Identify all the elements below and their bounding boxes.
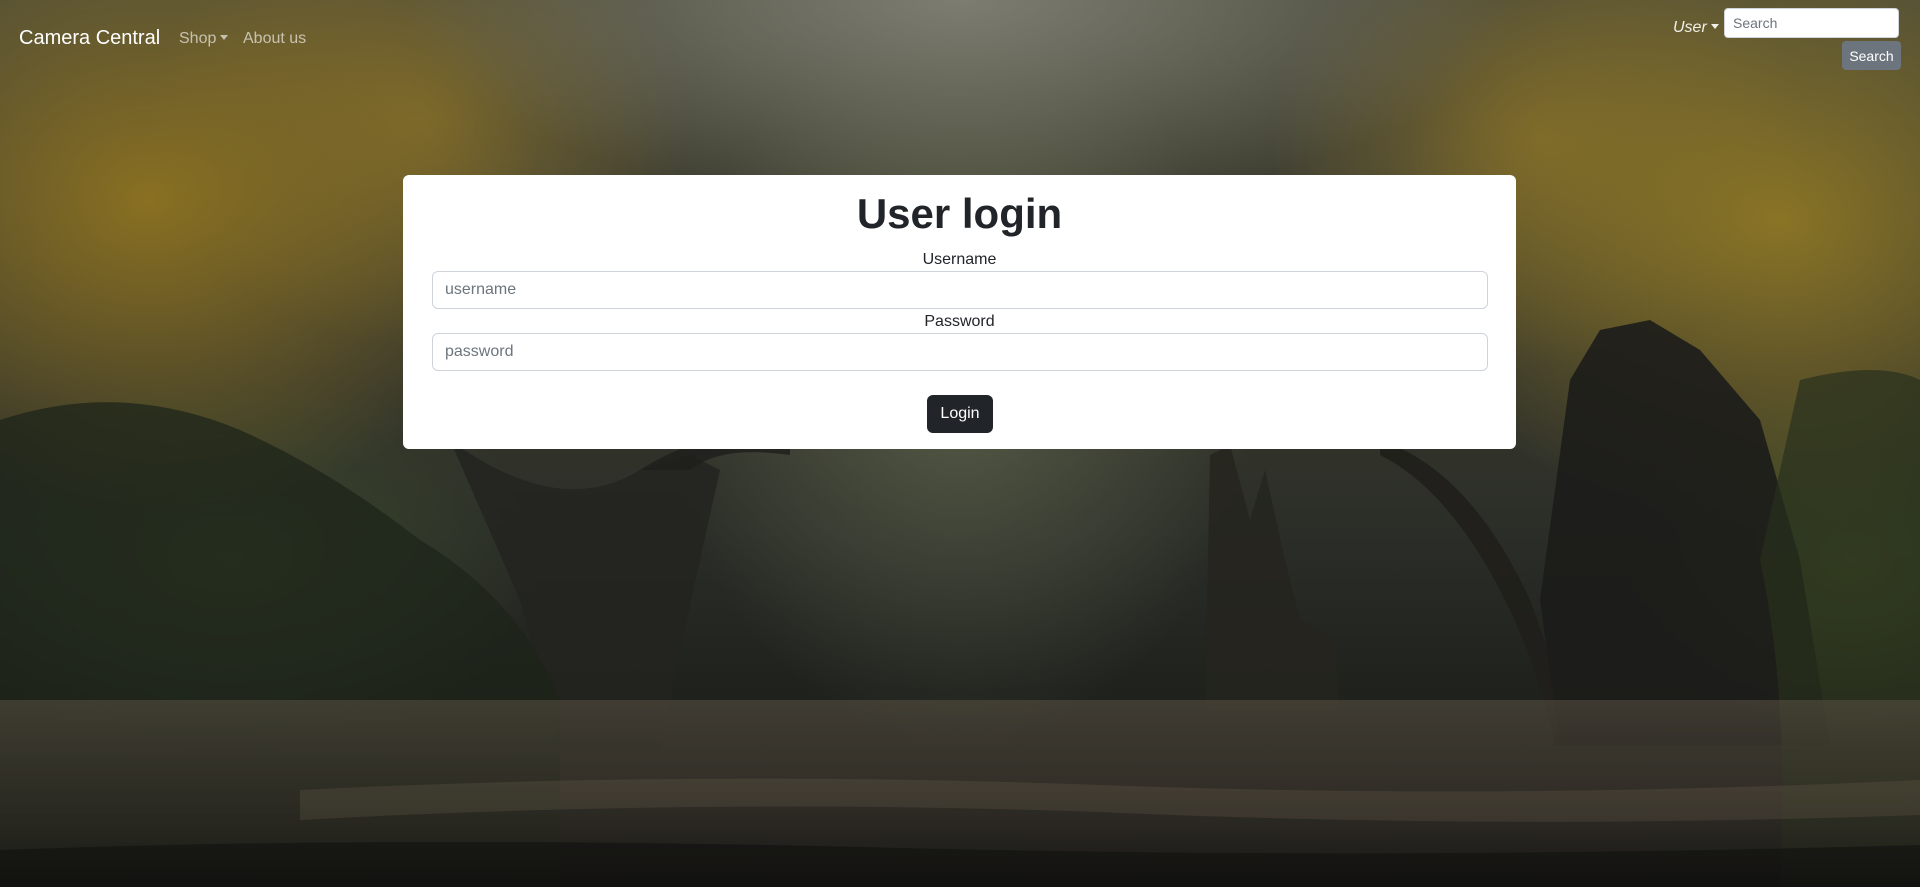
brand-link[interactable]: Camera Central xyxy=(19,27,160,50)
user-dropdown-label: User xyxy=(1673,19,1707,36)
page-title: User login xyxy=(856,190,1063,237)
username-label: Username xyxy=(922,251,997,268)
search-button[interactable]: Search xyxy=(1842,41,1901,70)
nav-shop-dropdown[interactable]: Shop xyxy=(179,30,229,48)
nav-shop-label: Shop xyxy=(179,30,217,47)
password-field[interactable] xyxy=(432,333,1488,371)
chevron-down-icon xyxy=(220,35,229,40)
username-field[interactable] xyxy=(432,271,1488,309)
login-button[interactable]: Login xyxy=(927,395,993,433)
page: Camera Central Shop About us User Search… xyxy=(0,0,1920,887)
login-card: User login Username Password Login xyxy=(403,175,1516,449)
password-label: Password xyxy=(924,313,995,330)
search-input[interactable] xyxy=(1724,8,1899,38)
nav-about-link[interactable]: About us xyxy=(243,30,306,48)
navbar: Camera Central Shop About us User Search xyxy=(0,0,1920,80)
user-dropdown[interactable]: User xyxy=(1673,19,1719,37)
chevron-down-icon xyxy=(1710,24,1719,29)
